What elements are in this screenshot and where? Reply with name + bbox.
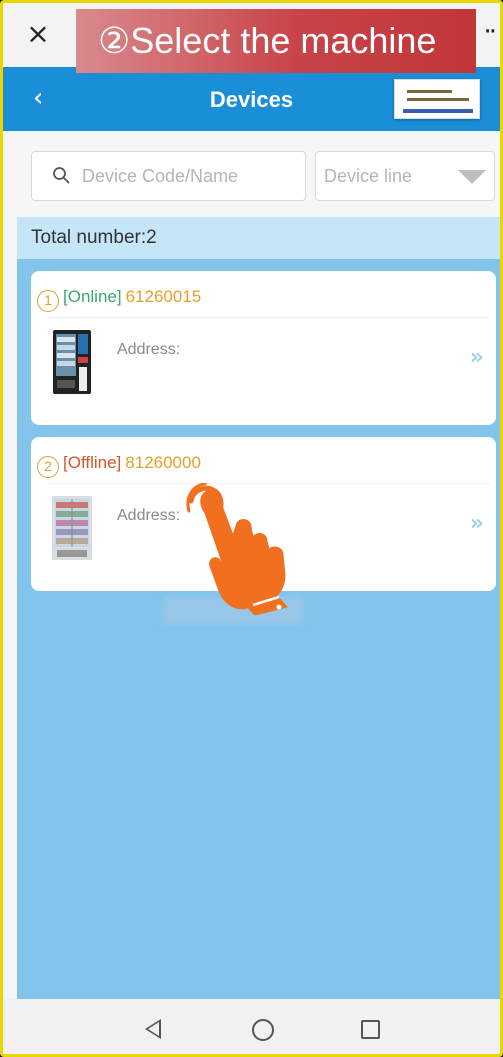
search-icon bbox=[53, 167, 70, 184]
system-nav-bar bbox=[3, 999, 500, 1054]
tutorial-step-banner: ②Select the machine bbox=[76, 9, 476, 73]
device-address-label: Address: bbox=[117, 341, 181, 358]
vending-machine-image bbox=[52, 496, 92, 560]
device-line-select[interactable]: Device line bbox=[315, 151, 495, 201]
vending-machine-image bbox=[53, 330, 91, 394]
promo-thumbnail[interactable] bbox=[394, 79, 480, 119]
total-count: Total number:2 bbox=[17, 217, 500, 259]
nav-back-icon[interactable] bbox=[145, 1019, 161, 1039]
device-card-header: 1 [Online] 61260015 bbox=[37, 287, 201, 312]
device-index: 2 bbox=[37, 456, 59, 478]
device-status: [Online] bbox=[63, 287, 122, 306]
nav-recents-icon[interactable] bbox=[361, 1020, 380, 1039]
chevron-right-icon[interactable]: » bbox=[470, 511, 484, 536]
close-icon[interactable]: × bbox=[23, 19, 53, 49]
device-card-header: 2 [Offline] 81260000 bbox=[37, 453, 201, 478]
nav-home-icon[interactable] bbox=[252, 1019, 274, 1041]
search-placeholder: Device Code/Name bbox=[82, 166, 239, 186]
tutorial-step-label: ②Select the machine bbox=[98, 20, 437, 61]
device-line-placeholder: Device line bbox=[324, 166, 413, 186]
phone-frame: × ·· ②Select the machine ‹ Devices Devic… bbox=[0, 0, 503, 1057]
device-code: 81260000 bbox=[125, 453, 201, 472]
chevron-right-icon[interactable]: » bbox=[470, 345, 484, 370]
device-status: [Offline] bbox=[63, 453, 122, 472]
more-icon[interactable]: ·· bbox=[483, 17, 496, 47]
device-index: 1 bbox=[37, 290, 59, 312]
device-code: 61260015 bbox=[125, 287, 202, 306]
search-input[interactable]: Device Code/Name bbox=[31, 151, 306, 201]
tap-hand-icon bbox=[186, 483, 288, 615]
triangle-down-icon bbox=[458, 170, 486, 184]
device-address-label: Address: bbox=[117, 507, 181, 524]
app-header: ‹ Devices bbox=[3, 67, 500, 131]
device-card[interactable]: 1 [Online] 61260015 Address: » bbox=[31, 271, 496, 425]
divider bbox=[47, 317, 490, 318]
